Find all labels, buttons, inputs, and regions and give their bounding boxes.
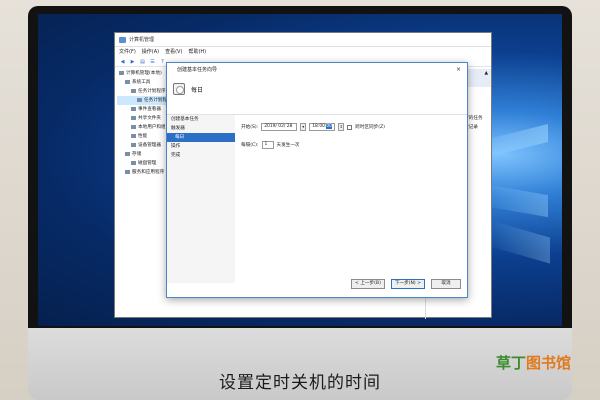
wizard-step: 触发器: [171, 126, 185, 131]
wizard-heading: 每日: [191, 87, 204, 94]
brand-part-1: 草丁: [496, 354, 527, 372]
tree-item-label: 计算机管理(本地): [126, 71, 162, 76]
tree-item-label: 存储: [132, 152, 142, 157]
brand-watermark: 草丁图书馆: [496, 352, 594, 374]
menu-file[interactable]: 文件(F): [119, 47, 136, 57]
window-titlebar: 计算机管理: [115, 33, 491, 47]
wizard-header: 每日: [167, 77, 467, 115]
list-icon[interactable]: ☰: [149, 59, 156, 65]
folder-icon[interactable]: ▤: [139, 59, 146, 65]
menu-action[interactable]: 操作(A): [142, 47, 159, 57]
tree-item-label: 系统工具: [132, 80, 151, 85]
forward-arrow-icon[interactable]: ▶: [129, 59, 136, 65]
tree-node-icon: [125, 151, 130, 156]
tree-node-icon: [125, 169, 130, 174]
sync-timezone-label: 跨时区同步(Z): [355, 125, 385, 130]
repeat-unit-label: 天发生一次: [276, 143, 300, 148]
tree-node-icon: [131, 142, 136, 147]
wizard-button-bar: < 上一步(B) 下一步(N) > 取消: [351, 279, 461, 289]
tree-node-icon: [131, 88, 136, 93]
tree-item-label: 设备管理器: [138, 143, 161, 148]
menu-help[interactable]: 帮助(H): [188, 47, 206, 57]
repeat-days-input[interactable]: 1: [261, 141, 274, 149]
start-label: 开始(S):: [241, 125, 259, 130]
tree-node-icon: [131, 106, 136, 111]
tree-node-icon: [137, 97, 142, 102]
menu-bar: 文件(F) 操作(A) 查看(V) 帮助(H): [115, 47, 491, 57]
tree-node-icon: [131, 133, 136, 138]
next-button[interactable]: 下一步(N) >: [390, 279, 425, 289]
tree-node-icon: [119, 70, 124, 75]
tree-node-icon: [131, 124, 136, 129]
wallpaper-light-beam: [490, 220, 550, 264]
tree-item-label: 共享文件夹: [138, 116, 161, 121]
time-seconds-selection: 00: [326, 124, 332, 129]
back-button[interactable]: < 上一步(B): [351, 279, 385, 289]
cancel-button[interactable]: 取消: [431, 279, 461, 289]
repeat-row: 每隔(C): 1 天发生一次: [241, 139, 465, 151]
wizard-steps: 创建基本任务 触发器每日操作完成: [167, 115, 235, 283]
repeat-label: 每隔(C):: [241, 143, 259, 148]
desktop-screen: 计算机管理 文件(F) 操作(A) 查看(V) 帮助(H) ◀ ▶ ▤ ☰ ? …: [38, 14, 562, 326]
start-time-input[interactable]: 18:00:00: [309, 123, 336, 131]
tree-item-label: 本地用户和组: [138, 125, 166, 130]
tree-node-icon: [131, 160, 136, 165]
daily-trigger-form: 开始(S): 2019/ 02/ 28 ▾ 18:00:00 ⇕ 跨时区同步(Z…: [241, 121, 465, 157]
calendar-dropdown-icon[interactable]: ▾: [300, 123, 307, 131]
basic-task-wizard: 创建基本任务向导 × 每日 创建基本任务 触发器 每日 操作 完成 开始(S): 201…: [166, 62, 468, 298]
window-title: 计算机管理: [129, 37, 155, 43]
brand-part-2: 图书馆: [526, 354, 572, 372]
tree-item-label: 服务和应用程序: [132, 170, 165, 175]
back-arrow-icon[interactable]: ◀: [119, 59, 126, 65]
start-date-input[interactable]: 2019/ 02/ 28: [261, 123, 298, 131]
wizard-title: 创建基本任务向导: [177, 67, 218, 73]
wizard-step: 操作: [171, 144, 181, 149]
tree-node-icon: [125, 79, 130, 84]
tree-item-label: 事件查看器: [138, 107, 161, 112]
wizard-step: 创建基本任务: [171, 117, 199, 122]
wizard-titlebar: 创建基本任务向导 ×: [167, 63, 467, 77]
start-row: 开始(S): 2019/ 02/ 28 ▾ 18:00:00 ⇕ 跨时区同步(Z…: [241, 121, 465, 133]
tree-item-label: 性能: [138, 134, 148, 139]
collapse-arrow-icon[interactable]: ▲: [484, 69, 488, 78]
wizard-step: 完成: [171, 153, 181, 158]
menu-view[interactable]: 查看(V): [165, 47, 182, 57]
time-spinner[interactable]: ⇕: [338, 123, 345, 131]
help-icon[interactable]: ?: [159, 59, 166, 65]
tree-node-icon: [131, 115, 136, 120]
wizard-step: 每日: [167, 133, 235, 142]
close-icon[interactable]: ×: [456, 63, 461, 77]
tree-item-label: 磁盘管理: [138, 161, 157, 166]
tree-item-label: 任务计划程序: [138, 89, 166, 94]
clock-icon: [173, 83, 185, 95]
computer-management-icon: [119, 37, 126, 43]
sync-timezone-checkbox[interactable]: [347, 124, 353, 130]
